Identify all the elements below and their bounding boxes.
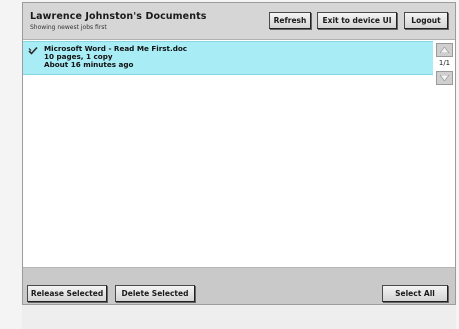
job-item[interactable]: Microsoft Word - Read Me First.doc 10 pa…: [23, 41, 433, 75]
scroll-down-button[interactable]: [436, 71, 453, 85]
page-title: Lawrence Johnston's Documents: [30, 11, 207, 22]
page-indicator: 1/1: [438, 59, 451, 67]
logout-button[interactable]: Logout: [404, 12, 448, 29]
arrow-down-icon: [440, 75, 449, 81]
job-age: About 16 minutes ago: [44, 60, 134, 69]
refresh-button[interactable]: Refresh: [269, 12, 311, 29]
scroll-up-button[interactable]: [436, 43, 453, 57]
checkmark-icon[interactable]: [28, 46, 38, 55]
list-scrollbar[interactable]: 1/1: [434, 40, 455, 267]
delete-selected-button[interactable]: Delete Selected: [115, 285, 195, 302]
header-bar: Lawrence Johnston's Documents Showing ne…: [23, 3, 455, 40]
print-release-panel: Lawrence Johnston's Documents Showing ne…: [22, 2, 456, 305]
sort-order-subtitle: Showing newest jobs first: [30, 24, 107, 31]
select-all-button[interactable]: Select All: [382, 285, 448, 302]
release-selected-button[interactable]: Release Selected: [27, 285, 107, 302]
job-list: Microsoft Word - Read Me First.doc 10 pa…: [23, 40, 433, 267]
exit-to-device-ui-button[interactable]: Exit to device UI: [317, 12, 397, 29]
footer-bar: Release Selected Delete Selected Select …: [23, 267, 455, 304]
arrow-up-icon: [440, 47, 449, 53]
bottom-strip: [22, 305, 456, 329]
